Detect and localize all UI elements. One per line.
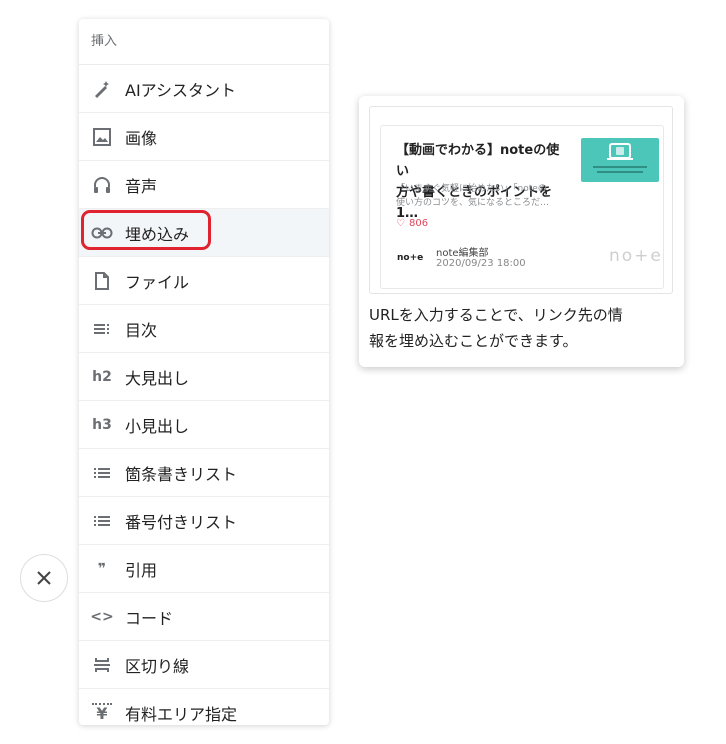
menu-item-audio[interactable]: 音声 [79, 161, 329, 209]
h2-icon: h2 [92, 368, 112, 385]
card-likes: ♡ 806 [396, 218, 428, 229]
card-author: note編集部 [436, 248, 489, 259]
menu-item-h3[interactable]: h3 小見出し [79, 401, 329, 449]
highlight-annotation [81, 210, 211, 250]
file-icon [90, 269, 114, 293]
menu-item-label: 音声 [125, 176, 158, 196]
h3-icon: h3 [92, 416, 112, 433]
menu-item-label: 小見出し [125, 416, 190, 436]
menu-item-label: ファイル [125, 272, 190, 292]
image-icon [90, 125, 114, 149]
menu-item-label: 目次 [125, 320, 158, 340]
close-icon [37, 571, 51, 585]
card-thumbnail [581, 138, 659, 182]
menu-item-h2[interactable]: h2 大見出し [79, 353, 329, 401]
bullet-list-icon [90, 461, 114, 485]
menu-item-numbered-list[interactable]: 番号付きリスト [79, 497, 329, 545]
card-date: 2020/09/23 18:00 [436, 258, 526, 269]
menu-item-quote[interactable]: ❞ 引用 [79, 545, 329, 593]
code-icon: <> [90, 608, 114, 625]
insert-menu: 挿入 AIアシスタント 画像 音声 埋め込み ファイル 目次 h2 大見出し h… [79, 19, 329, 725]
menu-item-bullet-list[interactable]: 箇条書きリスト [79, 449, 329, 497]
menu-item-file[interactable]: ファイル [79, 257, 329, 305]
menu-item-label: 大見出し [125, 368, 190, 388]
embed-preview-frame: 【動画でわかる】noteの使い 方や書くときのポイントを1… 「いますぐ気軽に始… [369, 106, 673, 294]
magic-wand-icon [90, 77, 114, 101]
menu-item-code[interactable]: <> コード [79, 593, 329, 641]
menu-header: 挿入 [79, 19, 329, 65]
paid-area-icon: ¥ [90, 701, 114, 725]
toc-icon [90, 317, 114, 341]
divider-icon [90, 653, 114, 677]
quote-icon: ❞ [97, 560, 107, 577]
menu-item-label: コード [125, 608, 174, 628]
embed-preview-card: 【動画でわかる】noteの使い 方や書くときのポイントを1… 「いますぐ気軽に始… [380, 125, 664, 289]
menu-item-label: 画像 [125, 128, 158, 148]
menu-item-image[interactable]: 画像 [79, 113, 329, 161]
embed-tooltip: 【動画でわかる】noteの使い 方や書くときのポイントを1… 「いますぐ気軽に始… [359, 96, 684, 367]
note-brand-logo: no+e [609, 246, 663, 266]
menu-item-label: 番号付きリスト [125, 512, 238, 532]
menu-item-ai-assistant[interactable]: AIアシスタント [79, 65, 329, 113]
menu-item-paid-area[interactable]: ¥ 有料エリア指定 [79, 689, 329, 725]
menu-item-label: 区切り線 [125, 656, 190, 676]
menu-item-toc[interactable]: 目次 [79, 305, 329, 353]
card-description: 「いますぐ気軽に始めたい」「noteの 使い方のコツを、気になるところだ… [396, 184, 550, 208]
menu-item-label: AIアシスタント [125, 80, 237, 100]
menu-item-label: 有料エリア指定 [125, 704, 238, 724]
tooltip-description: URLを入力することで、リンク先の情 報を埋め込むことができます。 [369, 306, 623, 350]
yen-glyph: ¥ [96, 704, 108, 723]
numbered-list-icon [90, 509, 114, 533]
menu-item-label: 引用 [125, 560, 158, 580]
heart-icon: ♡ [396, 218, 405, 229]
headphones-icon [90, 173, 114, 197]
menu-item-label: 箇条書きリスト [125, 464, 238, 484]
close-button[interactable] [20, 554, 68, 602]
menu-item-divider[interactable]: 区切り線 [79, 641, 329, 689]
author-logo: no+e [397, 253, 424, 263]
likes-count: 806 [408, 218, 429, 229]
menu-item-embed[interactable]: 埋め込み [79, 209, 329, 257]
